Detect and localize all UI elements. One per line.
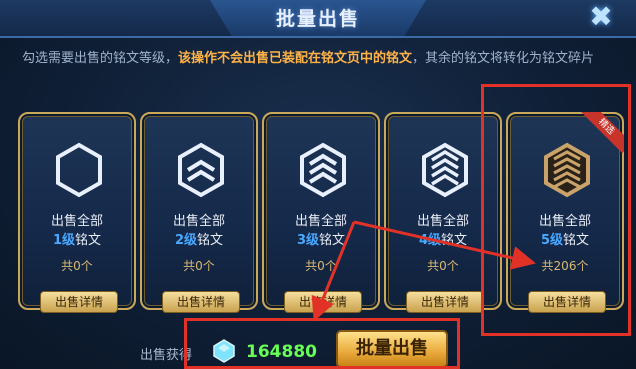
inscription-level-3-icon [300, 142, 346, 198]
card-suffix: 铭文 [319, 233, 346, 248]
batch-sell-dialog: 批量出售 ✖ 勾选需要出售的铭文等级，该操作不会出售已装配在铭文页中的铭文，其余… [0, 0, 636, 369]
sell-detail-button[interactable]: 出售详情 [162, 291, 240, 313]
card-line1: 出售全部 [294, 214, 347, 229]
description-warning: 该操作不会出售已装配在铭文页中的铭文 [178, 51, 413, 66]
card-count: 共0个 [61, 259, 93, 273]
card-count: 共0个 [183, 259, 215, 273]
dialog-title: 批量出售 [275, 8, 360, 30]
inscription-level-4-icon [422, 142, 468, 198]
card-level: 3级 [296, 233, 320, 248]
close-icon[interactable]: ✖ [586, 2, 616, 32]
annotation-highlight-sell [184, 318, 460, 369]
card-suffix: 铭文 [197, 233, 224, 248]
card-level: 2级 [174, 233, 198, 248]
sell-detail-button[interactable]: 出售详情 [40, 291, 118, 313]
card-line1: 出售全部 [172, 214, 225, 229]
level-card-2[interactable]: 出售全部 2级铭文 共0个 出售详情 [140, 112, 258, 313]
card-suffix: 铭文 [441, 233, 468, 248]
card-level-line: 2级铭文 [142, 229, 256, 248]
sell-detail-button[interactable]: 出售详情 [284, 291, 362, 313]
card-level: 4级 [418, 233, 442, 248]
card-level-line: 3级铭文 [264, 229, 378, 248]
inscription-level-1-icon [56, 142, 102, 198]
inscription-level-2-icon [178, 142, 224, 198]
description: 勾选需要出售的铭文等级，该操作不会出售已装配在铭文页中的铭文，其余的铭文将转化为… [22, 48, 622, 69]
card-level: 1级 [52, 233, 76, 248]
level-card-3[interactable]: 出售全部 3级铭文 共0个 出售详情 [262, 112, 380, 313]
card-level-line: 1级铭文 [20, 229, 134, 248]
sell-detail-button[interactable]: 出售详情 [406, 291, 484, 313]
description-text-1: 勾选需要出售的铭文等级， [22, 51, 179, 66]
card-count: 共0个 [305, 259, 337, 273]
card-suffix: 铭文 [75, 233, 102, 248]
annotation-highlight-level5 [481, 84, 631, 336]
description-text-2: ，其余的铭文将转化为铭文碎片 [412, 51, 595, 66]
level-card-1[interactable]: 出售全部 1级铭文 共0个 出售详情 [18, 112, 136, 313]
card-line1: 出售全部 [50, 214, 103, 229]
